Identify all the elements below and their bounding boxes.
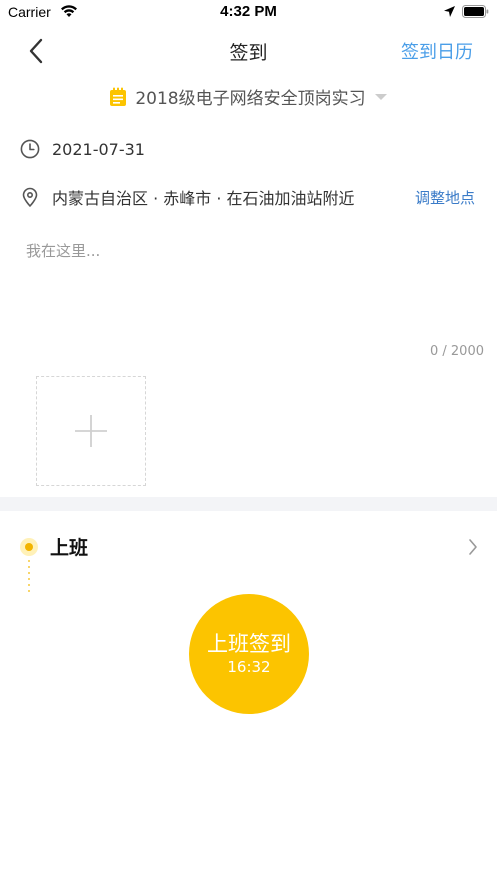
date-row: 2021-07-31: [20, 135, 145, 163]
clock-time: 4:32 PM: [220, 3, 277, 20]
checkin-button[interactable]: 上班签到 16:32: [189, 594, 309, 714]
section-divider: [0, 497, 497, 511]
chevron-right-icon[interactable]: [466, 537, 480, 557]
checkin-calendar-link[interactable]: 签到日历: [401, 38, 473, 64]
checkin-date: 2021-07-31: [52, 139, 145, 159]
project-selector[interactable]: 2018级电子网络安全顶岗实习: [0, 84, 497, 114]
checkin-screen: Carrier 4:32 PM 签到 签到日历 2018级电子网络安全顶岗实习 …: [0, 0, 497, 883]
timeline-dot-icon: [20, 538, 38, 556]
note-input[interactable]: [26, 240, 476, 330]
battery-icon: [462, 5, 489, 18]
map-pin-icon: [22, 187, 38, 207]
location-address: 内蒙古自治区 · 赤峰市 · 在石油加油站附近: [52, 189, 355, 208]
status-bar: Carrier 4:32 PM: [0, 0, 497, 26]
plus-icon: [75, 415, 107, 447]
timeline-connector: [28, 560, 30, 596]
location-row: 内蒙古自治区 · 赤峰市 · 在石油加油站附近 调整地点: [20, 183, 497, 211]
navigation-bar: 签到 签到日历: [0, 26, 497, 76]
add-photo-button[interactable]: [36, 376, 146, 486]
caret-down-icon: [374, 93, 387, 100]
notebook-icon: [110, 87, 127, 106]
project-name: 2018级电子网络安全顶岗实习: [135, 89, 366, 109]
location-arrow-icon: [444, 6, 455, 17]
adjust-location-button[interactable]: 调整地点: [415, 187, 475, 208]
clock-icon: [20, 139, 40, 159]
checkin-button-time: 16:32: [227, 658, 271, 676]
checkin-button-label: 上班签到: [207, 632, 291, 656]
char-count: 0 / 2000: [430, 344, 484, 359]
shift-title: 上班: [50, 537, 89, 559]
